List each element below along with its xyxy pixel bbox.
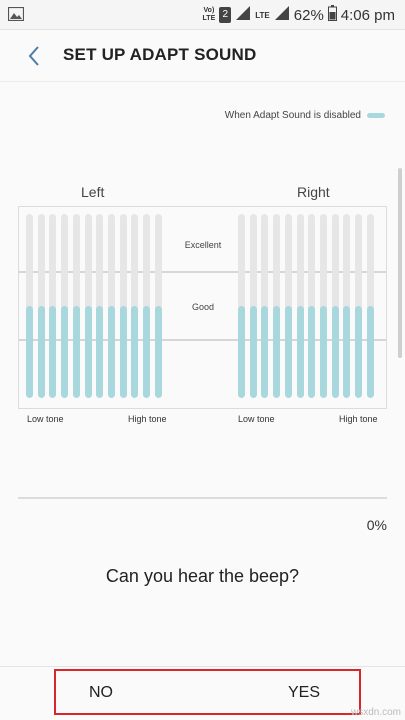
yes-button[interactable]: YES xyxy=(288,684,320,702)
bar-fill xyxy=(37,306,45,398)
right-bar-12 xyxy=(366,214,374,398)
bar-fill xyxy=(96,306,104,398)
bar-fill xyxy=(319,306,327,398)
bar-fill xyxy=(143,306,150,398)
left-bar-1 xyxy=(26,214,33,398)
left-channel-label: Left xyxy=(81,184,105,200)
battery-percent: 62% xyxy=(293,6,324,24)
hearing-chart: Excellent Good xyxy=(18,206,387,409)
bar-fill xyxy=(273,306,281,398)
lte-indicator: LTE xyxy=(255,10,270,20)
bar-fill xyxy=(84,306,92,398)
volte-indicator: Vo) LTE xyxy=(202,7,216,22)
bar-fill xyxy=(296,306,304,398)
signal-icon xyxy=(235,5,251,25)
progress-track xyxy=(18,497,387,499)
right-bar-11 xyxy=(355,214,362,398)
bar-fill xyxy=(107,306,115,398)
progress-percent: 0% xyxy=(366,517,387,533)
legend: When Adapt Sound is disabled xyxy=(225,110,385,121)
sim-indicator: 2 xyxy=(219,7,232,23)
bar-fill xyxy=(131,306,139,398)
question-text: Can you hear the beep? xyxy=(105,566,300,586)
left-bar-4 xyxy=(61,214,69,398)
right-bar-6 xyxy=(296,214,304,398)
left-bar-3 xyxy=(49,214,57,398)
left-bar-6 xyxy=(84,214,92,398)
bar-fill xyxy=(49,306,57,398)
scrollbar[interactable] xyxy=(398,168,402,358)
status-bar: Vo) LTE 2 LTE 62% 4:06 pm xyxy=(0,0,405,30)
gallery-notification-icon xyxy=(7,6,25,26)
right-bar-8 xyxy=(319,214,327,398)
left-low-tone-label: Low tone xyxy=(27,414,64,424)
signal-2-icon xyxy=(274,5,290,25)
bar-fill xyxy=(154,306,162,398)
legend-label: When Adapt Sound is disabled xyxy=(224,110,361,121)
legend-swatch xyxy=(367,113,385,118)
good-label: Good xyxy=(191,302,215,312)
right-bar-9 xyxy=(331,214,339,398)
left-bar-8 xyxy=(107,214,115,398)
left-bar-11 xyxy=(143,214,150,398)
bar-fill xyxy=(249,306,257,398)
left-bar-10 xyxy=(131,214,139,398)
bar-fill xyxy=(238,306,245,398)
clock: 4:06 pm xyxy=(340,6,395,24)
no-button[interactable]: NO xyxy=(89,684,113,702)
bar-fill xyxy=(355,306,362,398)
bar-fill xyxy=(119,306,127,398)
excellent-label: Excellent xyxy=(184,240,222,250)
left-bar-2 xyxy=(37,214,45,398)
left-bar-7 xyxy=(96,214,104,398)
battery-icon xyxy=(327,5,337,25)
left-bar-12 xyxy=(154,214,162,398)
left-bar-5 xyxy=(72,214,80,398)
watermark: wsxdn.com xyxy=(350,707,401,718)
bar-fill xyxy=(343,306,351,398)
right-low-tone-label: Low tone xyxy=(238,414,275,424)
back-button[interactable] xyxy=(18,40,50,72)
page-title: SET UP ADAPT SOUND xyxy=(63,45,257,64)
left-high-tone-label: High tone xyxy=(128,414,167,424)
bar-fill xyxy=(331,306,339,398)
right-high-tone-label: High tone xyxy=(339,414,378,424)
right-bar-7 xyxy=(308,214,316,398)
chevron-left-icon xyxy=(28,46,39,66)
right-bar-4 xyxy=(273,214,281,398)
bar-fill xyxy=(26,306,33,398)
app-header: SET UP ADAPT SOUND xyxy=(0,30,405,82)
right-bar-2 xyxy=(249,214,257,398)
bar-fill xyxy=(366,306,374,398)
left-bar-9 xyxy=(119,214,127,398)
right-bar-5 xyxy=(284,214,292,398)
bar-fill xyxy=(72,306,80,398)
bar-fill xyxy=(308,306,316,398)
right-channel-label: Right xyxy=(297,184,330,200)
right-bar-3 xyxy=(261,214,269,398)
bar-fill xyxy=(61,306,69,398)
right-bar-1 xyxy=(238,214,245,398)
bar-fill xyxy=(261,306,269,398)
right-bar-10 xyxy=(343,214,351,398)
status-icons: Vo) LTE 2 LTE 62% 4:06 pm xyxy=(203,0,395,30)
bar-fill xyxy=(284,306,292,398)
